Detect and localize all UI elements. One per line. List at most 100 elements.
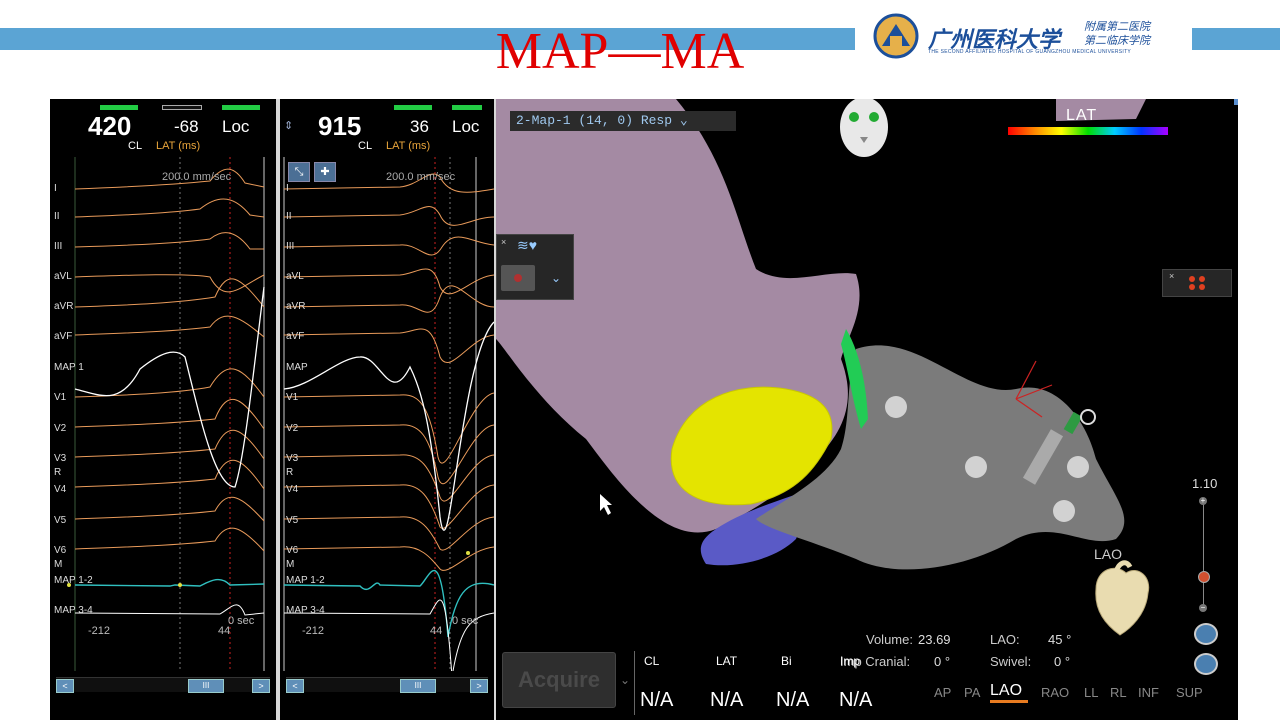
- view-lao-button[interactable]: LAO: [990, 682, 1022, 700]
- scroll-thumb[interactable]: III: [400, 679, 436, 693]
- view-pa-button[interactable]: PA: [964, 685, 980, 700]
- lead-label: V3: [54, 453, 67, 464]
- time-right: 0 sec: [228, 615, 255, 627]
- horizontal-scrollbar[interactable]: < III >: [56, 677, 270, 693]
- lead-label: MAP 1-2: [54, 575, 93, 586]
- lat-label: LAT (ms): [386, 140, 431, 152]
- chevron-down-icon[interactable]: ⌄: [551, 271, 561, 285]
- points-grid-icon: [1185, 272, 1209, 292]
- cl-label: CL: [358, 140, 373, 152]
- sweep-speed: 200.0 mm/sec: [386, 171, 456, 183]
- zoom-in-icon[interactable]: +: [1199, 497, 1207, 505]
- view-rl-button[interactable]: RL: [1110, 685, 1127, 700]
- lead-label: aVF: [54, 331, 73, 342]
- lead-label: V3: [286, 453, 299, 464]
- lead-label: MAP 1-2: [286, 575, 325, 586]
- cl-label: CL: [128, 140, 143, 152]
- lat-label: LAT (ms): [156, 140, 201, 152]
- horizontal-scrollbar[interactable]: < III >: [286, 677, 488, 693]
- time-left: -212: [88, 625, 111, 637]
- lead-label: aVR: [54, 301, 74, 312]
- ecg-trace-area[interactable]: ⤡ ✚ 200.0 mm/sec I II III aVL aVR aVF MA…: [280, 157, 494, 671]
- head-orientation-icon: [840, 99, 888, 157]
- heart-orientation-icon: [1095, 560, 1150, 636]
- scroll-left-button[interactable]: <: [286, 679, 304, 693]
- scroll-thumb[interactable]: III: [188, 679, 224, 693]
- lead-label: I: [54, 183, 57, 194]
- lead-label: V1: [286, 392, 299, 403]
- lead-label: MAP 3-4: [54, 605, 93, 616]
- zoom-out-icon[interactable]: −: [1199, 604, 1207, 612]
- lead-label: V5: [54, 515, 67, 526]
- column-header-imp: Imp: [840, 654, 861, 668]
- lao-angle-label: LAO:: [990, 632, 1020, 647]
- acquire-button[interactable]: Acquire: [502, 652, 616, 708]
- lead-label: V2: [286, 423, 299, 434]
- lead-label: II: [54, 211, 60, 222]
- view-ll-button[interactable]: LL: [1084, 685, 1098, 700]
- ecg-trace-area[interactable]: 200.0 mm/sec I II III aVL aVR aVF MAP 1 …: [50, 157, 276, 671]
- swivel-label: Swivel:: [990, 654, 1032, 669]
- column-value-lat: N/A: [710, 689, 744, 711]
- sweep-speed: 200.0 mm/sec: [162, 171, 232, 183]
- chevron-down-icon[interactable]: ⌄: [620, 673, 630, 687]
- lat-color-scale: [1008, 127, 1168, 135]
- heart-signal-icon: ≋♥: [517, 237, 538, 253]
- time-right: 0 sec: [452, 615, 479, 627]
- lead-label: aVF: [286, 331, 305, 342]
- mapping-system-screen: 420 -68 Loc CL LAT (ms) 200.0 mm/sec I I…: [50, 99, 1238, 720]
- lead-label: aVL: [54, 271, 72, 282]
- lead-label: M: [54, 559, 63, 570]
- rotate-view-button[interactable]: [1194, 653, 1218, 675]
- loc-label: Loc: [222, 117, 250, 136]
- map-selector[interactable]: 2-Map-1 (14, 0) Resp ⌄: [510, 111, 736, 131]
- time-mid: 44: [430, 625, 443, 637]
- lead-label: MAP 3-4: [286, 605, 325, 616]
- lead-label: V5: [286, 515, 299, 526]
- scroll-right-button[interactable]: >: [252, 679, 270, 693]
- view-rao-button[interactable]: RAO: [1041, 685, 1069, 700]
- logo-english-name: THE SECOND AFFILIATED HOSPITAL OF GUANGZ…: [928, 49, 1132, 55]
- panel-1-header: 420 -68 Loc CL LAT (ms): [50, 99, 276, 157]
- zoom-slider-thumb[interactable]: [1198, 571, 1210, 583]
- cl-value: 420: [88, 111, 132, 141]
- column-header-bi: Bi: [781, 654, 792, 668]
- zoom-value: 1.10: [1192, 476, 1218, 491]
- respiration-widget[interactable]: × ≋♥ ⌄: [496, 234, 574, 300]
- ecg-panel-2: ⇕ 915 36 Loc CL LAT (ms) ⤡ ✚ 200.0 mm/se…: [280, 99, 494, 720]
- lao-angle-value: 45 °: [1048, 632, 1072, 647]
- ecg-traces: [67, 157, 265, 671]
- close-icon[interactable]: ×: [1169, 271, 1174, 281]
- scroll-right-button[interactable]: >: [470, 679, 488, 693]
- lead-label: MAP: [286, 362, 308, 373]
- chevron-down-icon: ⌄: [679, 113, 688, 128]
- lat-value: -68: [174, 117, 199, 136]
- panel-toggle-icon[interactable]: ⇕: [284, 119, 293, 132]
- status-bar: [162, 105, 202, 110]
- loc-label: Loc: [452, 117, 480, 136]
- logo-subtitle-line1: 附属第二医院: [1084, 20, 1150, 33]
- close-icon[interactable]: ×: [501, 237, 506, 247]
- heart-view-button[interactable]: [1194, 623, 1218, 645]
- record-button[interactable]: [501, 265, 535, 291]
- lead-label: R: [286, 467, 294, 478]
- zoom-slider-track[interactable]: [1203, 500, 1204, 606]
- map-selector-label: 2-Map-1 (14, 0) Resp: [516, 113, 673, 128]
- points-widget[interactable]: ×: [1162, 269, 1232, 297]
- ecg-panel-1: 420 -68 Loc CL LAT (ms) 200.0 mm/sec I I…: [50, 99, 276, 720]
- logo-subtitle-line2: 第二临床学院: [1084, 34, 1150, 47]
- lead-label: V4: [54, 484, 67, 495]
- lat-legend-label: LAT: [1066, 107, 1098, 124]
- lead-label: II: [286, 211, 292, 222]
- 3d-map-view[interactable]: 2-Map-1 (14, 0) Resp ⌄ LAT × ≋♥ ⌄ × 1.10: [496, 99, 1238, 720]
- hospital-emblem-icon: [873, 13, 919, 59]
- logo-subtitle: 附属第二医院 第二临床学院: [1084, 20, 1150, 48]
- lead-label: V1: [54, 392, 67, 403]
- active-view-underline: [990, 700, 1028, 703]
- view-sup-button[interactable]: SUP: [1176, 685, 1203, 700]
- view-inf-button[interactable]: INF: [1138, 685, 1159, 700]
- view-ap-button[interactable]: AP: [934, 685, 951, 700]
- time-left: -212: [302, 625, 325, 637]
- mouse-cursor-icon: [600, 494, 612, 515]
- scroll-left-button[interactable]: <: [56, 679, 74, 693]
